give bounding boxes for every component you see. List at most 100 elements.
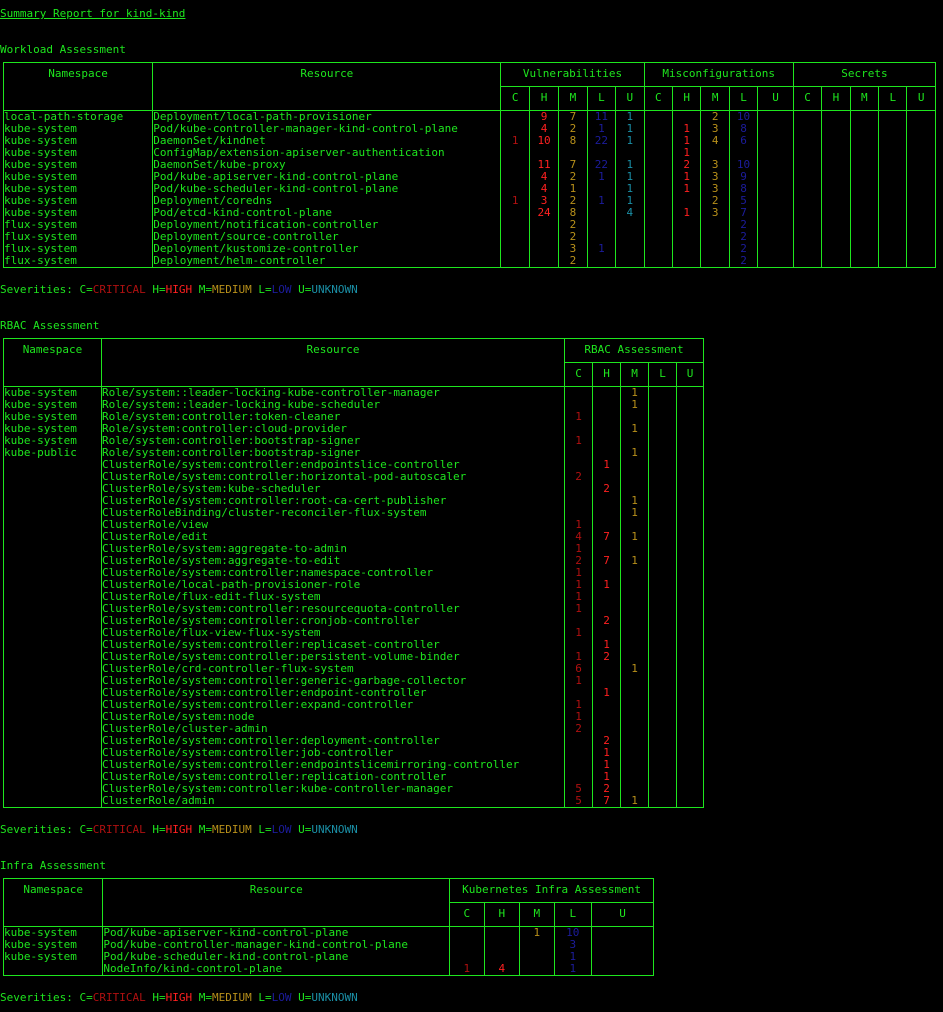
count-unknown — [907, 147, 935, 159]
count-unknown — [677, 711, 703, 723]
sev-header-high: H — [528, 86, 560, 111]
namespace-cell — [4, 555, 101, 567]
count-unknown — [758, 195, 793, 207]
report-title[interactable]: Summary Report for kind-kind — [0, 8, 185, 20]
count-medium: 2 — [569, 195, 577, 207]
count-critical — [501, 123, 528, 135]
count-low — [649, 555, 676, 567]
namespace-cell — [4, 603, 101, 615]
sev-header-high: H — [671, 86, 702, 111]
resource-cell: Pod/kube-controller-manager-kind-control… — [103, 939, 408, 951]
count-medium: 7 — [569, 159, 577, 171]
count-low: 10 — [736, 159, 751, 171]
namespace-cell: kube-system — [4, 171, 77, 183]
count-medium: 2 — [569, 231, 577, 243]
resource-cell: ClusterRole/system:controller:root-ca-ce… — [102, 495, 447, 507]
count-unknown — [907, 243, 935, 255]
count-medium: 3 — [711, 171, 719, 183]
count-unknown — [907, 183, 935, 195]
count-unknown — [677, 459, 703, 471]
sev-header-unknown: U — [675, 362, 705, 387]
namespace-cell — [4, 687, 101, 699]
count-high — [530, 243, 558, 255]
resource-cell: ConfigMap/extension-apiserver-authentica… — [153, 147, 445, 159]
resource-cell: ClusterRole/view — [102, 519, 208, 531]
count-low — [879, 135, 906, 147]
resource-cell: ClusterRole/system:controller:endpoint-c… — [102, 687, 427, 699]
count-critical — [645, 219, 672, 231]
count-critical — [645, 171, 672, 183]
count-medium: 3 — [711, 207, 719, 219]
count-low — [588, 207, 615, 219]
legend-unknown: UNKNOWN — [311, 823, 358, 836]
count-high: 2 — [603, 783, 610, 795]
sev-header-low: L — [878, 86, 908, 111]
count-high — [593, 675, 620, 687]
count-unknown — [907, 159, 935, 171]
count-low — [649, 627, 676, 639]
count-medium: 1 — [631, 531, 638, 543]
count-high — [593, 627, 620, 639]
count-high: 4 — [540, 183, 548, 195]
count-medium: 2 — [569, 123, 577, 135]
count-critical: 1 — [575, 519, 582, 531]
count-low: 22 — [594, 135, 609, 147]
sev-header-low: L — [553, 902, 593, 927]
resource-column: Deployment/local-path-provisioner Pod/kub… — [152, 110, 502, 268]
count-critical — [501, 171, 528, 183]
resource-cell: ClusterRole/edit — [102, 531, 208, 543]
count-unknown — [677, 675, 703, 687]
count-high: 4 — [540, 123, 548, 135]
sev-header-medium: M — [849, 86, 880, 111]
count-medium — [851, 195, 878, 207]
count-critical — [794, 219, 821, 231]
count-medium — [621, 723, 648, 735]
resource-cell: ClusterRole/system:controller:persistent… — [102, 651, 460, 663]
count-unknown — [907, 195, 935, 207]
count-column-low — [878, 110, 908, 268]
count-unknown — [677, 579, 703, 591]
resource-cell: ClusterRole/system:controller:resourcequ… — [102, 603, 460, 615]
count-medium — [621, 747, 648, 759]
count-high — [593, 423, 620, 435]
col-header-namespace: Namespace — [3, 338, 102, 387]
count-high: 10 — [537, 135, 551, 147]
count-unknown — [616, 255, 643, 267]
count-low — [588, 147, 615, 159]
count-low — [649, 735, 676, 747]
count-column-medium — [849, 110, 880, 268]
count-high: 7 — [603, 555, 610, 567]
count-high: 11 — [537, 159, 551, 171]
legend-key-critical: C= — [79, 283, 93, 296]
resource-cell: ClusterRole/crd-controller-flux-system — [102, 663, 354, 675]
count-low — [879, 207, 906, 219]
count-low: 2 — [740, 231, 747, 243]
legend-key-critical: C= — [79, 823, 93, 836]
resource-cell: Deployment/helm-controller — [153, 255, 326, 267]
count-column-unknown — [591, 926, 654, 976]
count-low — [649, 483, 676, 495]
namespace-cell: kube-system — [4, 423, 77, 435]
count-medium: 1 — [569, 183, 577, 195]
count-high — [822, 171, 849, 183]
legend-medium: MEDIUM — [211, 283, 252, 296]
count-low: 3 — [569, 939, 577, 951]
count-critical: 1 — [575, 411, 582, 423]
count-critical: 1 — [575, 591, 582, 603]
group-header-misconfigurations: Misconfigurations — [643, 62, 794, 87]
count-low — [649, 699, 676, 711]
resource-cell: ClusterRole/system:controller:deployment… — [102, 735, 440, 747]
resource-cell: ClusterRole/system:controller:job-contro… — [102, 747, 394, 759]
count-high — [593, 447, 620, 459]
count-medium — [851, 147, 878, 159]
resource-cell: ClusterRoleBinding/cluster-reconciler-fl… — [102, 507, 427, 519]
count-medium — [621, 411, 648, 423]
count-high: 2 — [603, 735, 610, 747]
count-critical — [565, 759, 592, 771]
count-low — [649, 507, 676, 519]
count-critical — [501, 159, 528, 171]
count-column-critical — [792, 110, 823, 268]
count-critical — [565, 639, 592, 651]
namespace-cell — [4, 639, 101, 651]
namespace-cell — [4, 543, 101, 555]
